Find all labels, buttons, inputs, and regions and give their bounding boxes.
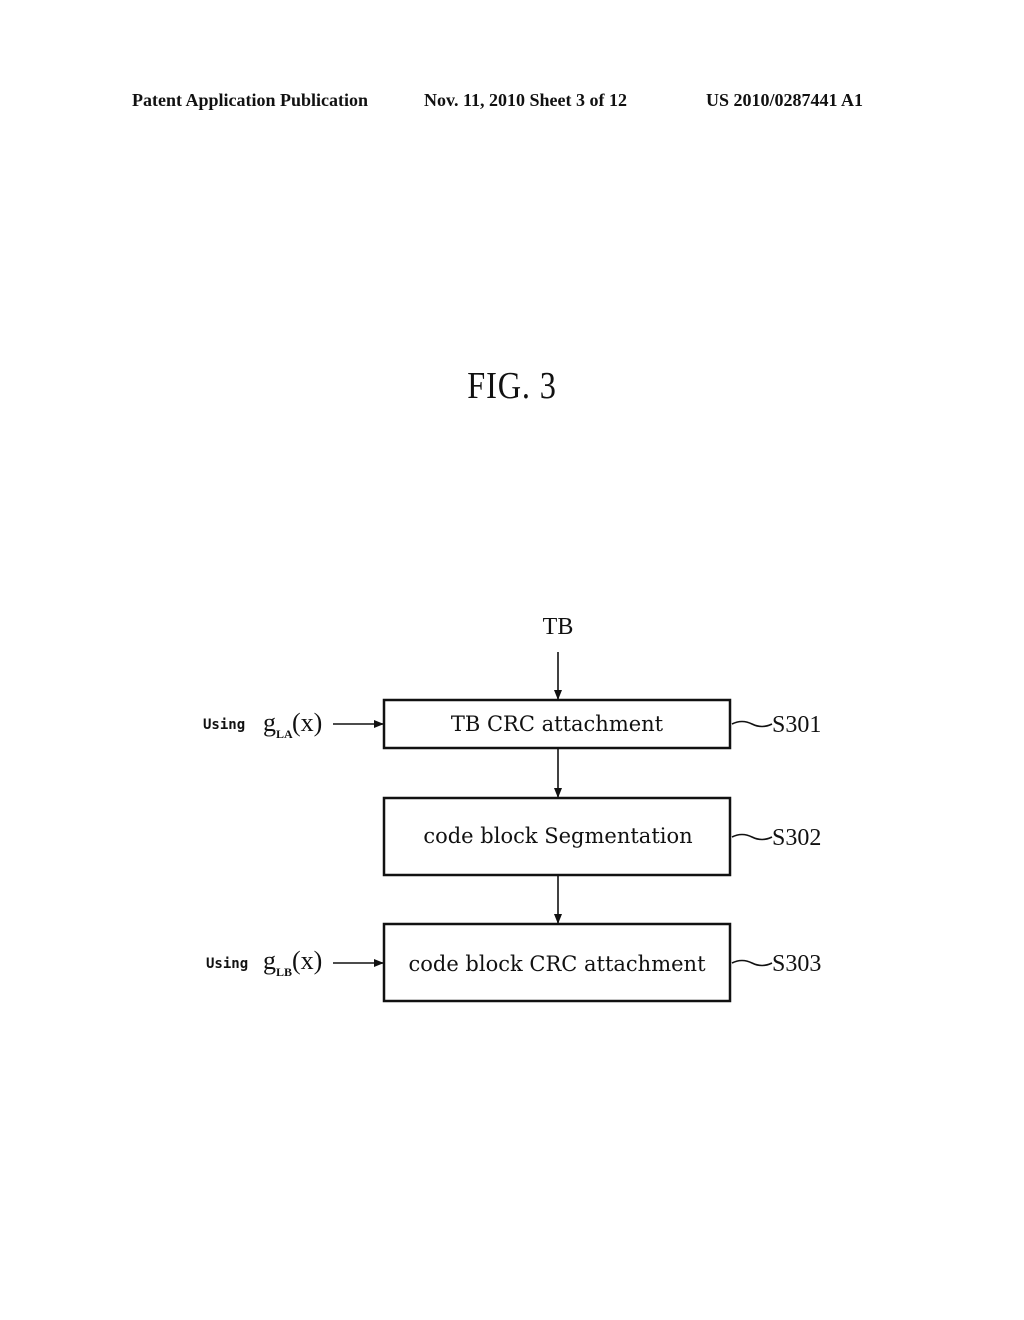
input-label-tb: TB	[543, 614, 574, 640]
side-input-arg-1: (x)	[292, 708, 322, 737]
side-input-arg-2: (x)	[292, 946, 322, 975]
leader-s301	[731, 720, 773, 728]
step-ref-s303: S303	[772, 951, 821, 977]
step-ref-s302: S302	[772, 825, 821, 851]
step-label-s303: code block CRC attachment	[408, 952, 706, 976]
side-input-func-2: g	[263, 946, 276, 975]
step-ref-s301: S301	[772, 712, 821, 738]
leader-s303	[731, 959, 773, 967]
side-input-prefix-1: Using	[203, 717, 245, 733]
flow-diagram: TB TB CRC attachment S301 code block Seg…	[203, 614, 821, 1003]
step-label-s301: TB CRC attachment	[451, 712, 664, 736]
step-label-s302: code block Segmentation	[423, 824, 692, 848]
side-input-subscript-1: LA	[276, 727, 293, 741]
side-input-prefix-2: Using	[206, 956, 248, 972]
leader-s302	[731, 833, 773, 841]
side-input-func-1: g	[263, 708, 276, 737]
side-input-subscript-2: LB	[276, 965, 292, 979]
